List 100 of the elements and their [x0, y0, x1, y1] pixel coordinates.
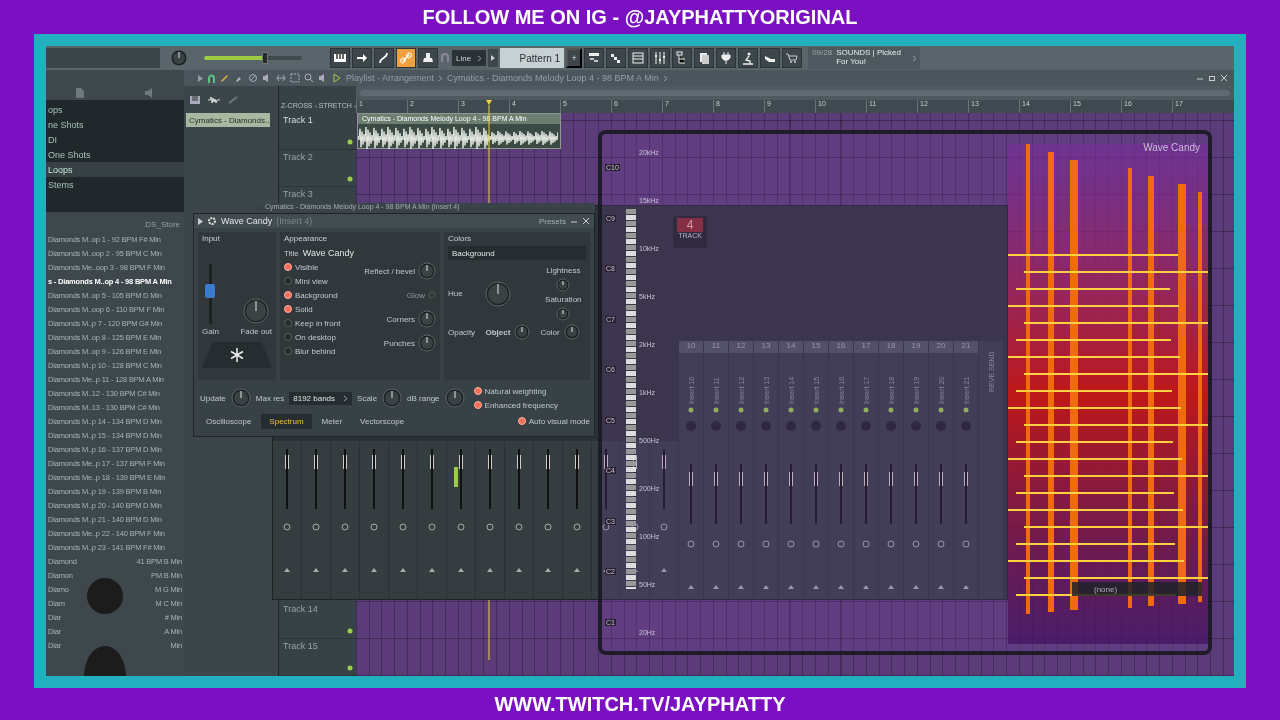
prohibit-icon[interactable] — [248, 73, 258, 83]
window-button[interactable] — [760, 48, 781, 68]
status-light-icon[interactable] — [347, 176, 353, 182]
toggle-light[interactable] — [284, 291, 292, 299]
pattern-selector[interactable]: Pattern 1 — [500, 48, 565, 68]
tool-button[interactable] — [374, 48, 394, 68]
twitch-link[interactable]: WWW.TWITCH.TV/JAYPHATTY — [494, 692, 786, 716]
folder-item[interactable]: One Shots — [46, 147, 184, 162]
toggle-light[interactable] — [284, 319, 292, 327]
view-tab[interactable]: Vectorscope — [352, 413, 413, 429]
folder-item[interactable]: Loops — [46, 162, 184, 177]
playback-icon[interactable] — [332, 73, 342, 83]
knob[interactable] — [563, 324, 580, 340]
knob[interactable] — [514, 324, 531, 340]
mixer-strip[interactable] — [447, 441, 475, 599]
knob[interactable] — [418, 262, 436, 280]
add-pattern-button[interactable]: + — [566, 48, 583, 68]
magnet-icon[interactable] — [207, 73, 216, 83]
knob-label: Reflect / bevel — [364, 266, 415, 276]
piano-keys-icon[interactable] — [190, 95, 200, 104]
fade-out-knob[interactable] — [243, 298, 270, 324]
breadcrumb-item[interactable]: Cymatics - Diamonds Melody Loop 4 - 98 BPM A Min — [447, 73, 659, 83]
max-res-dropdown[interactable]: 8192 bands — [289, 391, 353, 405]
preset-dropdown[interactable]: (none) — [1072, 582, 1202, 596]
track-name[interactable]: Track 1 — [283, 115, 313, 125]
view-tab[interactable]: Spectrum — [261, 413, 312, 429]
folder-item[interactable]: ops — [46, 102, 184, 117]
folder-item[interactable]: ne Shots — [46, 117, 184, 132]
zoom-icon[interactable] — [304, 73, 314, 83]
window-button[interactable] — [650, 48, 671, 68]
track-name[interactable]: Track 15 — [283, 641, 318, 651]
toggle-light[interactable] — [284, 305, 292, 313]
triangle-icon[interactable] — [198, 74, 203, 82]
track-name[interactable]: Track 3 — [283, 189, 313, 199]
waveform-icon[interactable] — [208, 95, 220, 104]
curve-icon — [377, 51, 391, 65]
restore-icon[interactable] — [1208, 74, 1216, 82]
channel-number: 21 — [954, 341, 978, 353]
tool-button[interactable] — [396, 48, 416, 68]
scale-knob[interactable] — [382, 388, 403, 408]
track-number: 4 — [677, 218, 703, 232]
slider-thumb[interactable] — [261, 52, 268, 64]
track-name[interactable]: Track 14 — [283, 604, 318, 614]
window-button[interactable] — [628, 48, 649, 68]
track-name[interactable]: Track 2 — [283, 152, 313, 162]
window-button[interactable] — [716, 48, 737, 68]
window-title: Wave Candy — [1143, 142, 1200, 153]
shop-button[interactable] — [782, 48, 803, 68]
pitch-knob[interactable] — [170, 49, 188, 67]
presets-menu[interactable]: Presets — [538, 216, 566, 226]
folder-item[interactable]: DI — [46, 132, 184, 147]
pencil-icon[interactable] — [220, 73, 230, 83]
title-field[interactable]: Wave Candy — [302, 248, 354, 258]
window-button[interactable] — [672, 48, 693, 68]
news-text: SOUNDS | Picked For You! — [836, 48, 902, 68]
color-target-dropdown[interactable]: Background — [448, 246, 586, 260]
option-label: Blur behind — [295, 346, 336, 356]
knob[interactable] — [418, 334, 436, 352]
hue-knob[interactable] — [485, 280, 512, 307]
tool-button[interactable] — [352, 48, 372, 68]
toggle-light[interactable] — [473, 387, 482, 395]
tool-button[interactable] — [330, 48, 350, 68]
knob[interactable] — [556, 278, 571, 292]
status-light-icon[interactable] — [347, 665, 353, 671]
chevron-icon — [343, 394, 349, 402]
close-icon[interactable] — [582, 217, 590, 225]
window-button[interactable] — [738, 48, 759, 68]
option-label: Natural weighting — [484, 386, 547, 396]
toggle-light[interactable] — [284, 347, 292, 355]
toggle-light[interactable] — [284, 333, 292, 341]
section-heading: Colors — [448, 234, 473, 245]
breadcrumb-item[interactable]: Playlist - Arrangement — [346, 73, 435, 83]
file-name[interactable]: .DS_Store — [143, 220, 180, 229]
status-light-icon[interactable] — [347, 628, 353, 634]
update-knob[interactable] — [230, 388, 251, 408]
radio-icon[interactable] — [353, 104, 356, 109]
window-button[interactable] — [584, 48, 605, 68]
db-range-knob[interactable] — [444, 388, 465, 408]
toggle-light[interactable] — [517, 417, 526, 425]
status-light-icon[interactable] — [347, 139, 353, 145]
knob[interactable] — [556, 307, 571, 321]
triangle-icon[interactable] — [198, 217, 203, 225]
option-label: Keep in front — [295, 318, 341, 328]
slice-icon[interactable] — [276, 73, 286, 83]
knob[interactable] — [418, 310, 436, 328]
slider-thumb[interactable] — [205, 284, 216, 298]
snap-dropdown[interactable]: Line — [452, 50, 487, 66]
toggle-light[interactable] — [284, 277, 292, 285]
gear-icon[interactable] — [207, 216, 217, 226]
folder-item[interactable]: Stems — [46, 177, 184, 192]
window-button[interactable] — [606, 48, 627, 68]
view-tab[interactable]: Oscilloscope — [198, 413, 260, 429]
news-panel[interactable]: 09/28 SOUNDS | Picked For You! — [808, 47, 921, 69]
view-tab[interactable]: Meter — [313, 413, 351, 429]
tool-button[interactable] — [418, 48, 438, 68]
close-icon[interactable] — [1220, 74, 1228, 82]
toggle-light[interactable] — [473, 401, 482, 409]
window-title: Wave Candy — [221, 216, 273, 226]
toggle-light[interactable] — [284, 263, 292, 271]
window-button[interactable] — [694, 48, 715, 68]
